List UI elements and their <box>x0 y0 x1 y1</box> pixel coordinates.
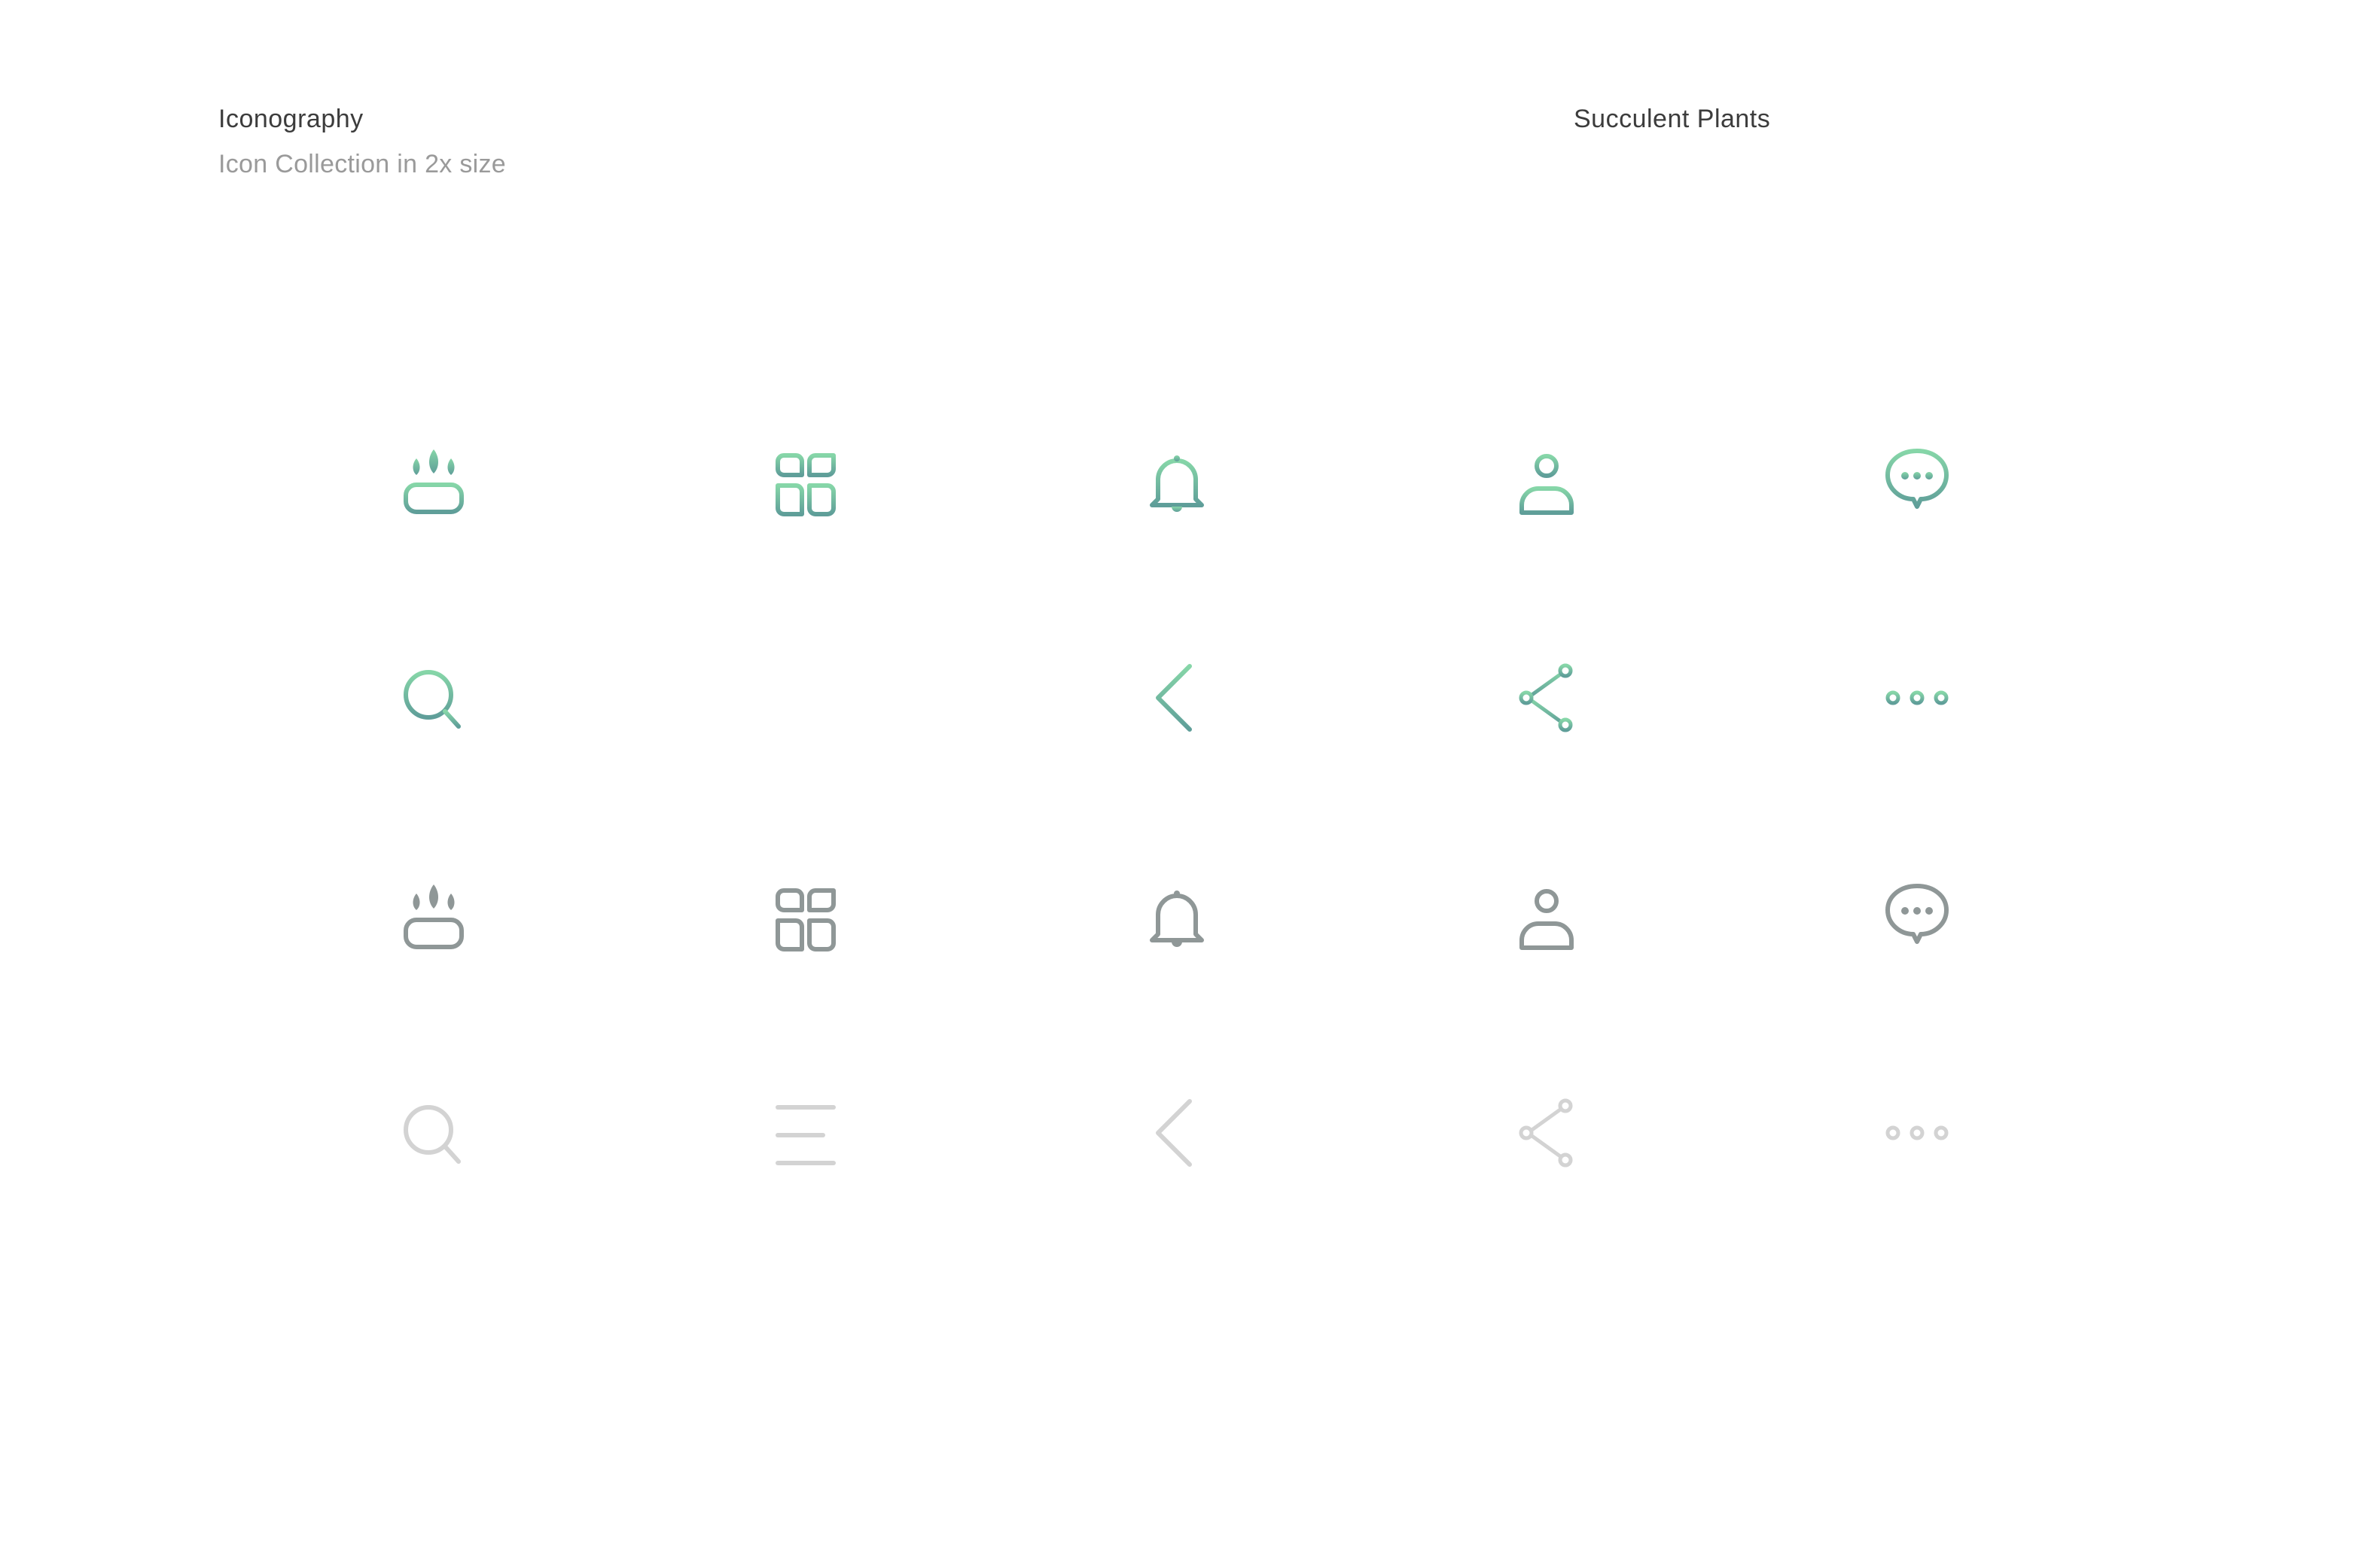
grid-icon <box>764 878 847 961</box>
share-icon <box>1505 1094 1588 1177</box>
plant-pot-icon <box>392 878 475 961</box>
more-dots-icon <box>1876 659 1958 741</box>
search-icon <box>392 659 475 741</box>
grid-icon <box>764 443 847 526</box>
chevron-left-icon <box>1135 1094 1218 1177</box>
search-icon <box>392 1094 475 1177</box>
chevron-left-icon <box>1135 659 1218 741</box>
menu-icon <box>764 1094 847 1177</box>
more-dots-icon <box>1876 1094 1958 1177</box>
chat-bubble-icon <box>1876 878 1958 961</box>
bell-icon <box>1135 443 1218 526</box>
bell-icon <box>1135 878 1218 961</box>
menu-icon <box>764 659 847 741</box>
icon-grid <box>0 0 2353 1568</box>
chat-bubble-icon <box>1876 443 1958 526</box>
user-icon <box>1505 878 1588 961</box>
user-icon <box>1505 443 1588 526</box>
share-icon <box>1505 659 1588 741</box>
plant-pot-icon <box>392 443 475 526</box>
